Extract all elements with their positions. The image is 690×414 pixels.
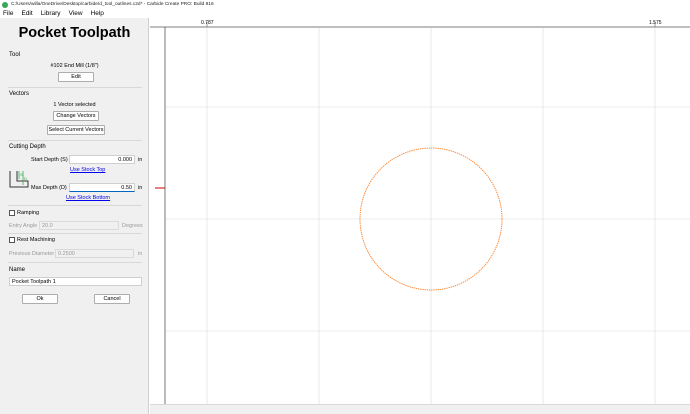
name-label: Name — [9, 267, 26, 273]
start-depth-input[interactable]: 0.000 — [69, 155, 135, 164]
menu-edit[interactable]: Edit — [21, 10, 32, 17]
menu-library[interactable]: Library — [41, 10, 61, 17]
previous-diameter-label: Previous Diameter — [9, 251, 55, 257]
divider — [8, 87, 142, 88]
ok-button[interactable]: Ok — [22, 294, 58, 304]
vectors-section-label: Vectors — [9, 91, 30, 97]
canvas-svg[interactable]: 0.787 1.575 — [150, 18, 690, 404]
previous-diameter-unit: in — [138, 251, 143, 257]
design-canvas[interactable]: 0.787 1.575 — [150, 18, 690, 414]
start-depth-unit: in — [138, 157, 143, 163]
ruler-label-1: 0.787 — [201, 20, 214, 26]
entry-angle-unit: Degrees — [122, 223, 143, 229]
max-depth-input[interactable]: 0.50 — [69, 183, 135, 192]
window-title: C:/Users/willa/OneDrive/Desktop/carbide/… — [11, 2, 214, 7]
max-depth-unit: in — [138, 185, 143, 191]
menu-bar: File Edit Library View Help — [0, 9, 690, 18]
menu-file[interactable]: File — [3, 10, 13, 17]
change-vectors-button[interactable]: Change Vectors — [53, 111, 99, 121]
app-icon — [2, 1, 8, 8]
rest-machining-checkbox[interactable] — [9, 237, 15, 243]
panel-title: Pocket Toolpath — [18, 25, 131, 41]
use-stock-top-link[interactable]: Use Stock Top — [70, 167, 105, 173]
tool-section-label: Tool — [9, 52, 21, 58]
start-depth-label: Start Depth (S) — [31, 157, 68, 163]
entry-angle-input[interactable]: 20.0 — [39, 221, 119, 230]
diagram-s-label: S — [20, 172, 23, 177]
title-bar: C:/Users/willa/OneDrive/Desktop/carbide/… — [0, 0, 690, 9]
top-ruler — [150, 18, 690, 27]
rest-machining-label: Rest Machining — [17, 237, 55, 243]
entry-angle-label: Entry Angle — [9, 223, 38, 229]
edit-tool-button[interactable]: Edit — [58, 72, 94, 82]
ruler-label-2: 1.575 — [649, 20, 662, 26]
cutting-depth-label: Cutting Depth — [9, 144, 46, 150]
depth-diagram-icon: S D — [9, 171, 29, 188]
vector-status: 1 Vector selected — [53, 102, 96, 108]
max-depth-label: Max Depth (D) — [31, 185, 67, 191]
divider — [8, 140, 142, 141]
ramping-checkbox[interactable] — [9, 210, 15, 216]
menu-view[interactable]: View — [69, 10, 83, 17]
toolpath-name-input[interactable]: Pocket Toolpath 1 — [9, 277, 142, 286]
select-current-vectors-button[interactable]: Select Current Vectors — [47, 125, 105, 135]
horizontal-scrollbar[interactable] — [150, 404, 690, 414]
divider — [8, 262, 142, 263]
toolpath-panel: Pocket Toolpath Tool #102 End Mill (1/8"… — [0, 18, 149, 414]
diagram-d-label: D — [24, 176, 27, 181]
divider — [8, 233, 142, 234]
menu-help[interactable]: Help — [91, 10, 104, 17]
divider — [8, 205, 142, 206]
previous-diameter-input[interactable]: 0.2500 — [55, 249, 134, 258]
ramping-label: Ramping — [17, 210, 40, 216]
tool-name: #102 End Mill (1/8") — [50, 63, 99, 69]
use-stock-bottom-link[interactable]: Use Stock Bottom — [66, 195, 110, 201]
cancel-button[interactable]: Cancel — [94, 294, 130, 304]
